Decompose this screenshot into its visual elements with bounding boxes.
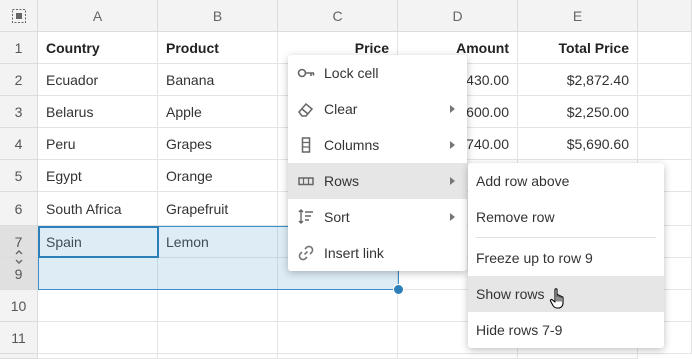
row-header[interactable]: 2 (0, 64, 38, 96)
cell-empty[interactable] (278, 354, 398, 359)
menu-item-lock-cell[interactable]: Lock cell (288, 55, 467, 91)
cell-e3[interactable]: $2,250.00 (518, 96, 638, 128)
cell-a3[interactable]: Belarus (38, 96, 158, 128)
submenu-item-freeze-rows[interactable]: Freeze up to row 9 (468, 240, 664, 276)
select-all-icon (11, 8, 26, 23)
row-header[interactable] (0, 354, 38, 359)
submenu-item-label: Remove row (476, 209, 555, 225)
cell-a5[interactable]: Egypt (38, 160, 158, 192)
cell-b3[interactable]: Apple (158, 96, 278, 128)
row-header[interactable]: 6 (0, 192, 38, 226)
select-all-corner[interactable] (0, 0, 38, 32)
cell-c10[interactable] (278, 290, 398, 322)
submenu-item-remove-row[interactable]: Remove row (468, 199, 664, 235)
menu-item-label: Sort (324, 209, 350, 225)
menu-item-label: Lock cell (324, 65, 379, 81)
cell-empty[interactable] (518, 354, 638, 359)
menu-item-rows[interactable]: Rows (288, 163, 467, 199)
cell-empty[interactable] (638, 128, 692, 160)
column-header-a[interactable]: A (38, 0, 158, 32)
cell-a2[interactable]: Ecuador (38, 64, 158, 96)
submenu-arrow-icon (450, 105, 455, 113)
link-icon (296, 243, 316, 263)
row-header[interactable]: 11 (0, 322, 38, 354)
row-header[interactable]: 10 (0, 290, 38, 322)
cell-a11[interactable] (38, 322, 158, 354)
column-header-e[interactable]: E (518, 0, 638, 32)
hand-cursor-icon (549, 287, 569, 311)
column-header-b[interactable]: B (158, 0, 278, 32)
cell-a10[interactable] (38, 290, 158, 322)
submenu-item-label: Add row above (476, 173, 570, 189)
cell-b11[interactable] (158, 322, 278, 354)
column-header-c[interactable]: C (278, 0, 398, 32)
submenu-arrow-icon (450, 177, 455, 185)
row-header[interactable]: 5 (0, 160, 38, 192)
menu-item-columns[interactable]: Columns (288, 127, 467, 163)
column-header-empty (638, 0, 692, 32)
cell-empty[interactable] (38, 354, 158, 359)
columns-icon (296, 135, 316, 155)
sort-icon (296, 207, 316, 227)
row-header[interactable]: 3 (0, 96, 38, 128)
cell-e4[interactable]: $5,690.60 (518, 128, 638, 160)
cell-b10[interactable] (158, 290, 278, 322)
menu-item-clear[interactable]: Clear (288, 91, 467, 127)
fill-handle[interactable] (393, 284, 404, 295)
submenu-item-add-row-above[interactable]: Add row above (468, 163, 664, 199)
menu-item-label: Clear (324, 101, 358, 117)
cell-c11[interactable] (278, 322, 398, 354)
cell-b6[interactable]: Grapefruit (158, 192, 278, 226)
cell-empty[interactable] (638, 64, 692, 96)
cell-a1[interactable]: Country (38, 32, 158, 64)
menu-divider (476, 237, 656, 238)
key-icon (296, 63, 316, 83)
cell-b4[interactable]: Grapes (158, 128, 278, 160)
cell-empty[interactable] (158, 354, 278, 359)
row-header[interactable]: 1 (0, 32, 38, 64)
cell-empty[interactable] (398, 354, 518, 359)
cell-a4[interactable]: Peru (38, 128, 158, 160)
cell-e2[interactable]: $2,872.40 (518, 64, 638, 96)
cell-empty[interactable] (638, 32, 692, 64)
submenu-item-label: Show rows (476, 286, 545, 302)
menu-item-label: Columns (324, 137, 380, 153)
cell-a6[interactable]: South Africa (38, 192, 158, 226)
cell-e1[interactable]: Total Price (518, 32, 638, 64)
cell-b5[interactable]: Orange (158, 160, 278, 192)
submenu-item-label: Freeze up to row 9 (476, 250, 593, 266)
cell-empty[interactable] (638, 96, 692, 128)
hidden-row-toggle-icon[interactable] (12, 249, 26, 265)
menu-item-label: Rows (324, 173, 360, 189)
submenu-arrow-icon (450, 213, 455, 221)
submenu-arrow-icon (450, 141, 455, 149)
rows-submenu: Add row above Remove row Freeze up to ro… (468, 163, 664, 348)
rows-icon (296, 171, 316, 191)
cell-b2[interactable]: Banana (158, 64, 278, 96)
submenu-item-label: Hide rows 7-9 (476, 322, 563, 338)
context-menu: Lock cell Clear Columns Rows Sort Insert… (288, 55, 467, 271)
eraser-icon (296, 99, 316, 119)
column-header-d[interactable]: D (398, 0, 518, 32)
menu-item-label: Insert link (324, 245, 384, 261)
menu-item-sort[interactable]: Sort (288, 199, 467, 235)
active-cell (38, 226, 159, 258)
menu-item-insert-link[interactable]: Insert link (288, 235, 467, 271)
cell-b1[interactable]: Product (158, 32, 278, 64)
row-header[interactable]: 4 (0, 128, 38, 160)
submenu-item-hide-rows[interactable]: Hide rows 7-9 (468, 312, 664, 348)
